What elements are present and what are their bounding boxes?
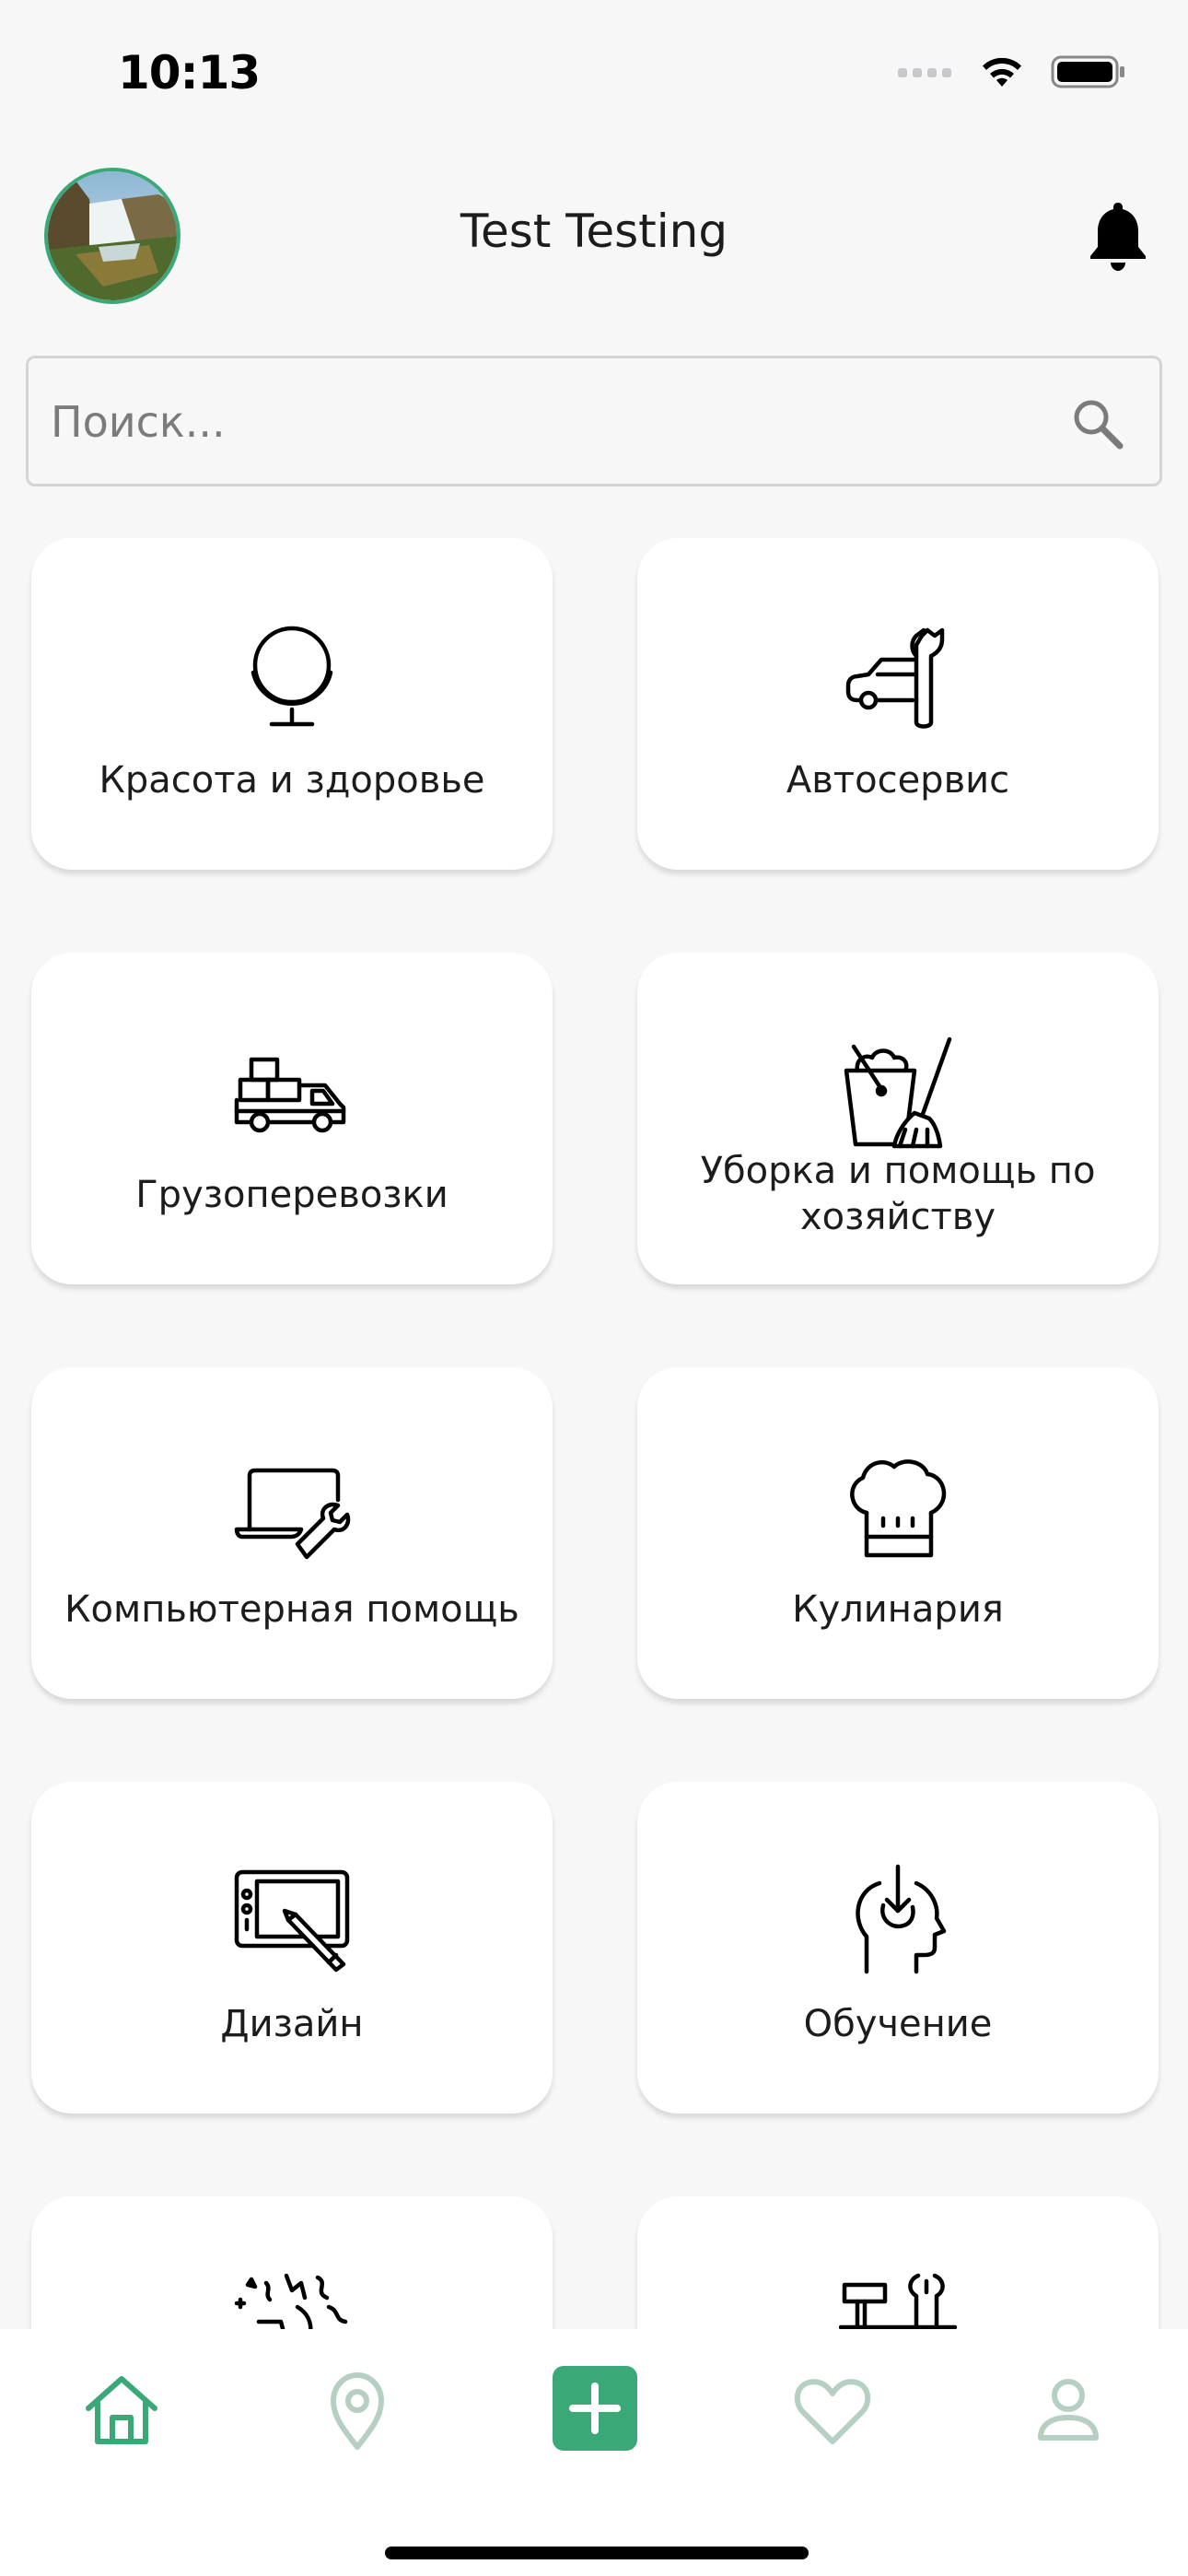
add-button[interactable] (553, 2366, 637, 2451)
notification-bell-icon[interactable] (1085, 199, 1151, 273)
nav-favorites[interactable] (786, 2364, 879, 2456)
category-label: Красота и здоровье (99, 759, 485, 802)
mirror-icon (250, 626, 333, 727)
category-label: Грузоперевозки (135, 1174, 448, 1216)
truck-boxes-icon (234, 1057, 346, 1133)
car-wrench-icon (845, 627, 945, 729)
heart-icon (794, 2379, 871, 2444)
category-card-cargo[interactable]: Грузоперевозки (31, 953, 553, 1284)
location-pin-icon (331, 2372, 384, 2450)
category-label: Автосервис (786, 759, 1010, 802)
head-learning-icon (856, 1864, 947, 1974)
status-time: 10:13 (118, 46, 261, 100)
category-label: Дизайн (220, 2003, 364, 2045)
page-title: Test Testing (460, 205, 728, 258)
bottom-nav (0, 2329, 1188, 2576)
chef-hat-icon (850, 1459, 947, 1558)
battery-icon (1051, 55, 1124, 88)
nav-map[interactable] (311, 2364, 403, 2456)
laptop-wrench-icon (234, 1468, 351, 1560)
wifi-icon (983, 57, 1021, 87)
category-label: Кулинария (792, 1588, 1004, 1631)
home-indicator (385, 2547, 809, 2559)
home-icon (86, 2376, 157, 2444)
category-card-education[interactable]: Обучение (637, 1782, 1159, 2113)
category-card-cooking[interactable]: Кулинария (637, 1367, 1159, 1699)
status-bar: 10:13 (0, 0, 1188, 138)
status-icons (898, 53, 1126, 90)
category-card-auto-service[interactable]: Автосервис (637, 538, 1159, 870)
nav-home[interactable] (76, 2364, 168, 2456)
home-screen: 10:13 Test Testing Поиск... Красота и зд… (0, 0, 1188, 2576)
category-label: Компьютерная помощь (64, 1588, 519, 1631)
category-card-cleaning[interactable]: Уборка и помощь по хозяйству (637, 953, 1159, 1284)
category-card-computer-help[interactable]: Компьютерная помощь (31, 1367, 553, 1699)
category-card-design[interactable]: Дизайн (31, 1782, 553, 2113)
search-input[interactable] (49, 358, 1047, 486)
drawing-tablet-icon (234, 1869, 350, 1973)
signal-icon (898, 68, 951, 77)
nav-profile[interactable] (1022, 2364, 1114, 2456)
category-card-beauty[interactable]: Красота и здоровье (31, 538, 553, 870)
search-bar[interactable] (26, 356, 1162, 486)
category-label: Уборка и помощь по хозяйству (700, 1150, 1096, 1238)
search-icon[interactable] (1069, 395, 1124, 451)
add-icon (569, 2383, 621, 2434)
category-label: Обучение (803, 2003, 993, 2045)
header: Test Testing (0, 157, 1188, 313)
bucket-broom-icon (844, 1036, 952, 1149)
profile-icon (1038, 2379, 1099, 2441)
